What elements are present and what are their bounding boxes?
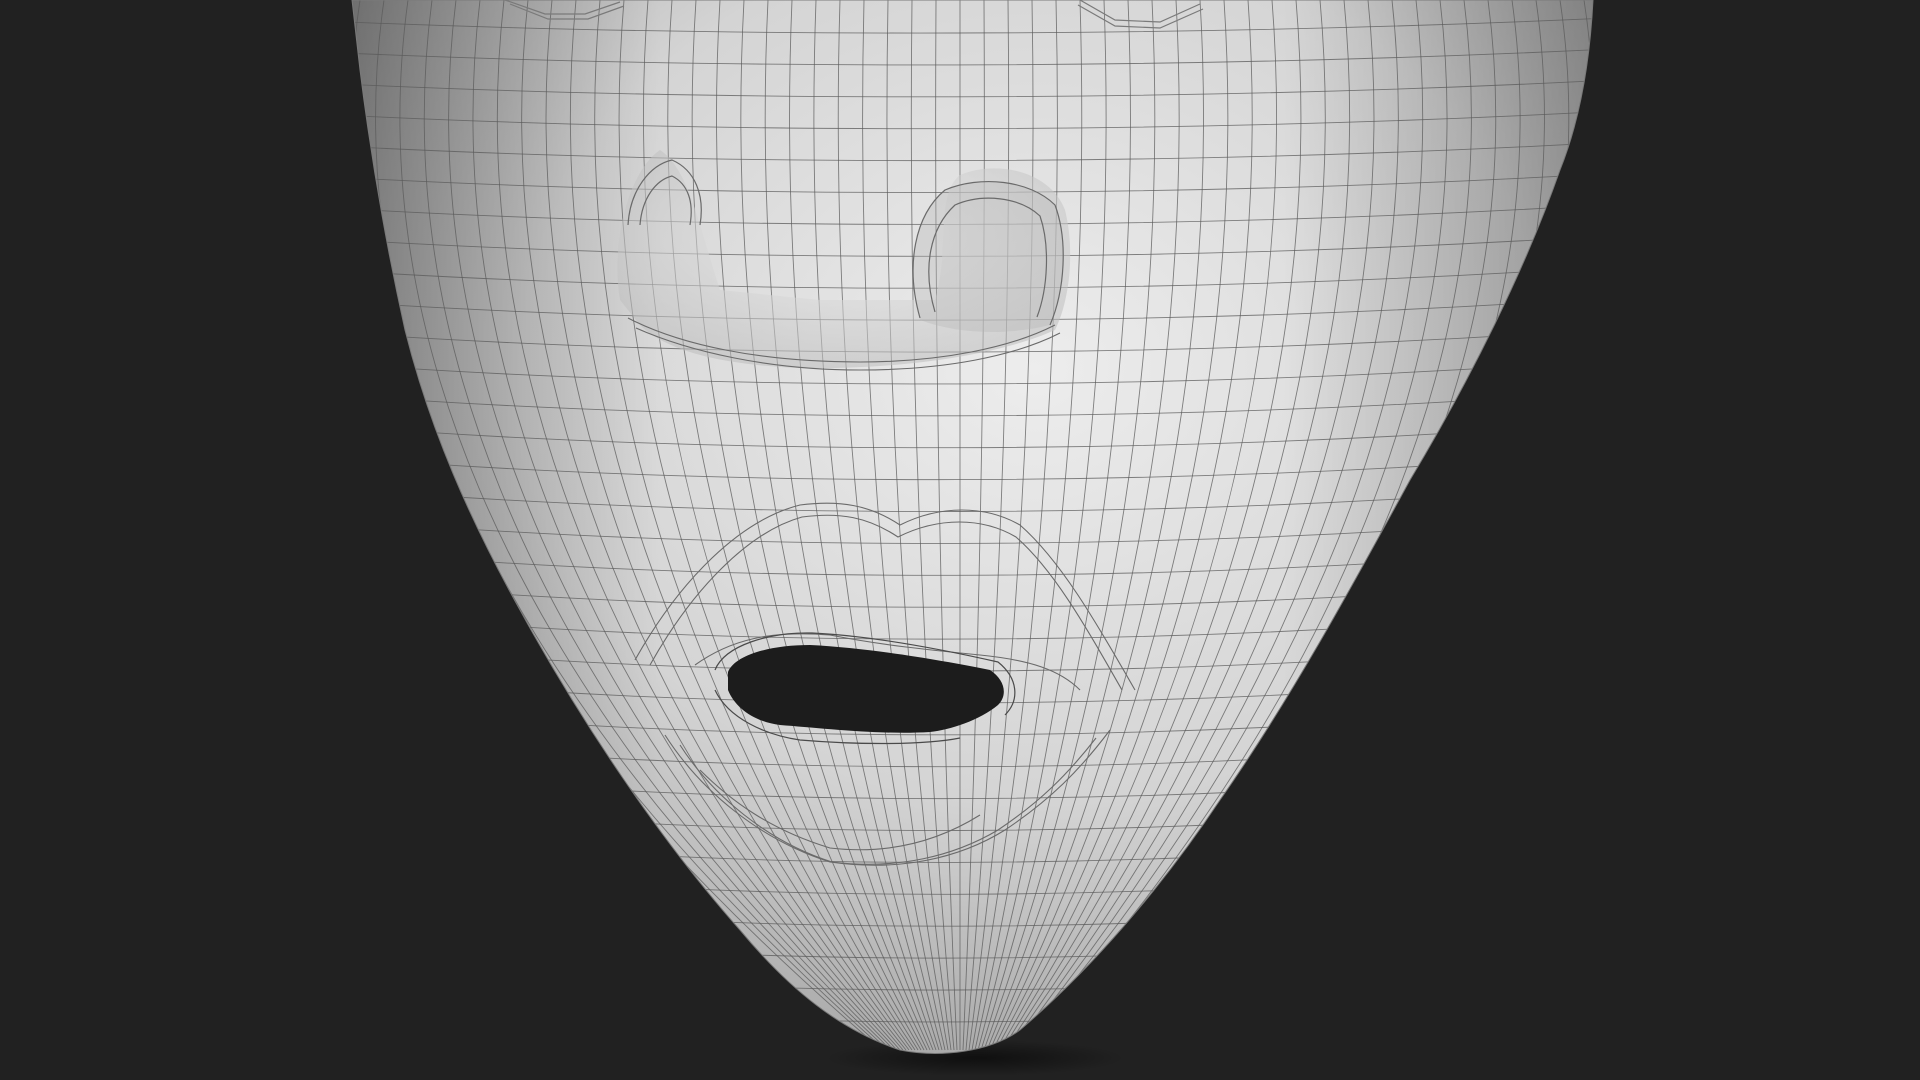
nostril-right [912, 181, 1064, 332]
render-viewport [0, 0, 1920, 1080]
face-mesh-render [0, 0, 1920, 1080]
